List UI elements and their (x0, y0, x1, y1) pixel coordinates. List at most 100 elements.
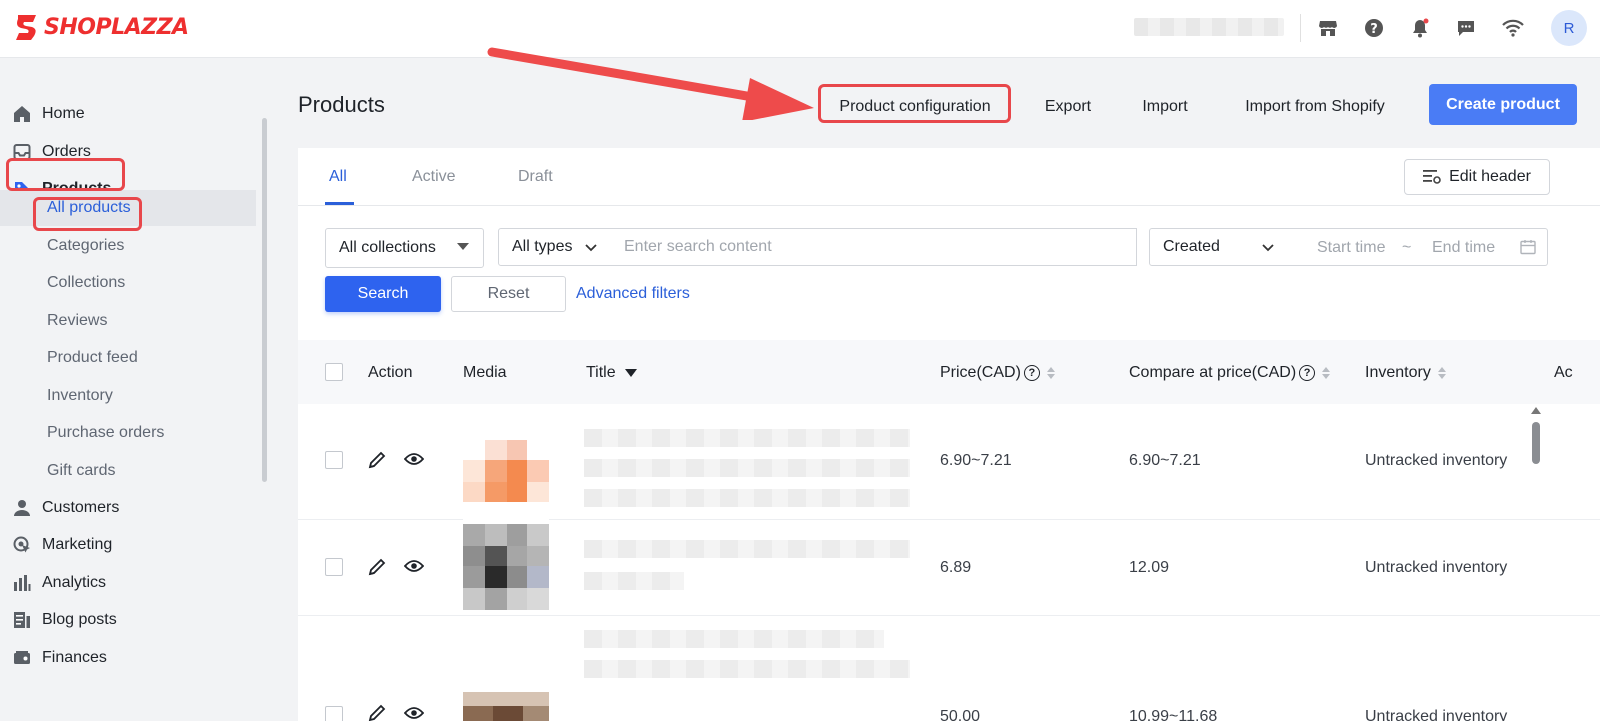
product-title-blurred[interactable] (584, 630, 884, 648)
search-button[interactable]: Search (325, 276, 441, 312)
eye-icon[interactable] (404, 705, 424, 721)
tab-active[interactable]: Active (412, 168, 456, 186)
advanced-filters-link[interactable]: Advanced filters (576, 285, 690, 303)
analytics-icon (12, 573, 32, 593)
column-media-label: Media (463, 364, 507, 381)
shoplazza-logo-icon (16, 15, 36, 40)
sidebar-subitem-reviews[interactable]: Reviews (0, 303, 256, 339)
product-configuration-button[interactable]: Product configuration (826, 90, 1004, 124)
column-price[interactable]: Price(CAD) ? (940, 364, 1055, 382)
date-field-value: Created (1163, 238, 1220, 255)
sort-icon (1322, 367, 1331, 379)
reset-button[interactable]: Reset (451, 276, 566, 312)
column-title[interactable]: Title (586, 364, 637, 382)
person-icon (12, 498, 32, 518)
types-select-value: All types (512, 238, 573, 255)
wifi-icon[interactable] (1502, 17, 1524, 39)
product-title-blurred (584, 660, 910, 678)
sidebar-subitem-purchase-orders[interactable]: Purchase orders (0, 415, 256, 451)
pencil-icon[interactable] (368, 704, 386, 721)
help-icon[interactable]: ? (1023, 365, 1040, 381)
pencil-icon[interactable] (368, 451, 386, 469)
column-title-label: Title (586, 364, 616, 381)
avatar[interactable]: R (1551, 10, 1587, 46)
product-title-blurred[interactable] (584, 429, 910, 447)
eye-icon[interactable] (404, 558, 424, 574)
sidebar-item-orders[interactable]: Orders (0, 135, 256, 169)
end-time-input[interactable]: End time (1432, 239, 1495, 257)
table-row[interactable]: 6.89 12.09 Untracked inventory (298, 520, 1600, 616)
help-icon[interactable]: ? (1363, 17, 1385, 39)
sidebar-item-home[interactable]: Home (0, 97, 256, 131)
products-card: All Active Draft Edit header All collect… (298, 148, 1600, 721)
table-row[interactable]: 50.00 10.99~11.68 Untracked inventory (298, 616, 1600, 721)
message-icon[interactable] (1455, 17, 1477, 39)
sidebar-subitem-collections[interactable]: Collections (0, 265, 256, 301)
date-range-picker[interactable]: Start time ~ End time (1288, 228, 1548, 266)
collections-select-value: All collections (339, 239, 436, 256)
import-button[interactable]: Import (1132, 90, 1198, 124)
types-select[interactable]: All types (498, 228, 612, 266)
sidebar-item-marketing[interactable]: Marketing (0, 528, 256, 562)
column-inventory[interactable]: Inventory (1365, 364, 1446, 382)
eye-icon[interactable] (404, 451, 424, 467)
help-icon[interactable]: ? (1299, 365, 1316, 381)
sort-icon (1437, 367, 1446, 379)
search-input[interactable]: Enter search content (611, 228, 1137, 266)
calendar-icon (1520, 240, 1536, 255)
product-thumbnail[interactable] (463, 692, 549, 721)
product-thumbnail[interactable] (463, 440, 549, 526)
sidebar-item-finances[interactable]: Finances (0, 641, 256, 675)
chevron-down-icon (1262, 244, 1274, 252)
create-product-button[interactable]: Create product (1429, 84, 1577, 125)
page-title: Products (298, 92, 385, 117)
inventory-cell: Untracked inventory (1365, 452, 1508, 469)
store-name-blurred[interactable] (1134, 18, 1284, 36)
product-title-blurred (584, 489, 910, 507)
sidebar-subitem-inventory[interactable]: Inventory (0, 378, 256, 414)
brand-logo[interactable]: SHOPLAZZA (14, 12, 189, 42)
row-checkbox[interactable] (325, 558, 343, 576)
collections-select[interactable]: All collections (325, 228, 484, 268)
row-checkbox[interactable] (325, 706, 343, 721)
bell-icon[interactable] (1409, 17, 1431, 39)
product-title-blurred[interactable] (584, 540, 910, 558)
sidebar-item-label: Analytics (42, 574, 107, 591)
sidebar-subitem-all-products[interactable]: All products (0, 190, 256, 226)
divider (1300, 14, 1301, 42)
finances-icon (12, 648, 32, 668)
product-title-blurred (584, 459, 910, 477)
edit-header-button[interactable]: Edit header (1404, 159, 1550, 195)
sidebar-item-blog-posts[interactable]: Blog posts (0, 603, 256, 637)
marketing-icon (12, 535, 32, 555)
inventory-cell: Untracked inventory (1365, 559, 1508, 576)
price-cell: 50.00 (940, 708, 981, 721)
tab-all[interactable]: All (329, 168, 347, 186)
row-checkbox[interactable] (325, 451, 343, 469)
pencil-icon[interactable] (368, 558, 386, 576)
import-from-shopify-button[interactable]: Import from Shopify (1232, 90, 1398, 124)
sidebar-subitem-categories[interactable]: Categories (0, 228, 256, 264)
sidebar-item-analytics[interactable]: Analytics (0, 566, 256, 600)
store-icon[interactable] (1317, 17, 1339, 39)
caret-down-icon (457, 243, 469, 250)
column-actions-label: Ac (1554, 364, 1573, 381)
sidebar-item-customers[interactable]: Customers (0, 491, 256, 525)
table-row[interactable]: 6.90~7.21 6.90~7.21 Untracked inventory (298, 404, 1600, 526)
column-compare-at-price[interactable]: Compare at price(CAD) ? (1129, 364, 1331, 382)
start-time-input[interactable]: Start time (1317, 239, 1385, 257)
price-cell: 6.89 (940, 559, 972, 576)
product-thumbnail[interactable] (463, 524, 549, 610)
sidebar-subitem-product-feed[interactable]: Product feed (0, 340, 256, 376)
column-action-label: Action (368, 364, 413, 381)
table-header: Action Media Title Price(CAD) ? Compare … (298, 340, 1600, 404)
table-scrollbar[interactable] (1530, 404, 1542, 721)
home-icon (12, 104, 32, 124)
annotation-arrow-icon (487, 47, 814, 120)
sidebar-scrollbar[interactable] (262, 118, 267, 482)
sidebar-subitem-gift-cards[interactable]: Gift cards (0, 453, 256, 489)
tab-draft[interactable]: Draft (518, 168, 553, 186)
export-button[interactable]: Export (1035, 90, 1101, 124)
select-all-checkbox[interactable] (325, 363, 343, 381)
date-field-select[interactable]: Created (1149, 228, 1289, 266)
